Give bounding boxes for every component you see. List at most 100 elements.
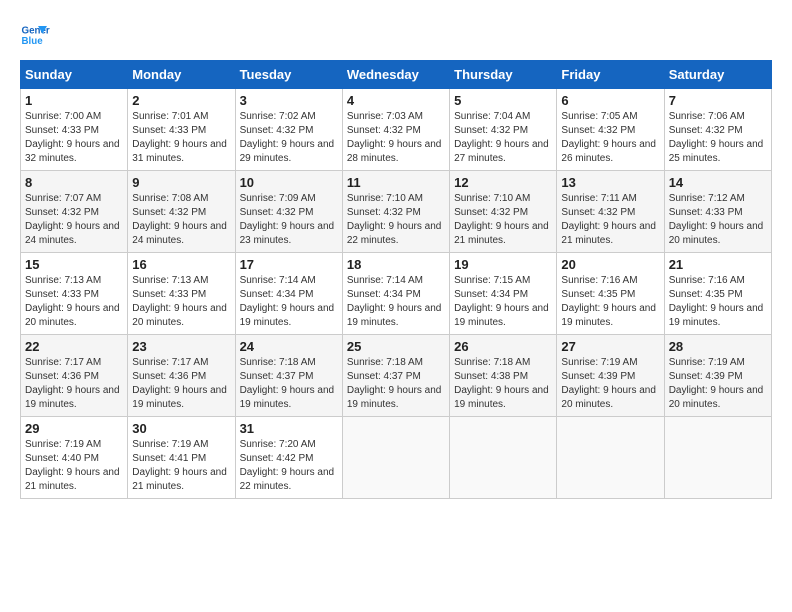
day-info: Sunrise: 7:14 AMSunset: 4:34 PMDaylight:… [240,274,338,330]
day-info: Sunrise: 7:16 AMSunset: 4:35 PMDaylight:… [669,274,767,330]
calendar-week-3: 15 Sunrise: 7:13 AMSunset: 4:33 PMDayligh… [21,253,772,335]
day-info: Sunrise: 7:19 AMSunset: 4:39 PMDaylight:… [561,356,659,412]
day-number: 23 [132,339,230,354]
calendar-cell: 29 Sunrise: 7:19 AMSunset: 4:40 PMDayligh… [21,417,128,499]
calendar-week-1: 1Sunrise: 7:00 AMSunset: 4:33 PMDaylight… [21,89,772,171]
day-number: 31 [240,421,338,436]
day-number: 17 [240,257,338,272]
calendar-cell [557,417,664,499]
calendar-cell: 16 Sunrise: 7:13 AMSunset: 4:33 PMDayligh… [128,253,235,335]
day-info: Sunrise: 7:12 AMSunset: 4:33 PMDaylight:… [669,192,767,248]
weekday-friday: Friday [557,61,664,89]
calendar-cell: 11 Sunrise: 7:10 AMSunset: 4:32 PMDayligh… [342,171,449,253]
day-info: Sunrise: 7:02 AMSunset: 4:32 PMDaylight:… [240,110,338,166]
logo: General Blue [20,20,50,50]
calendar-cell: 28 Sunrise: 7:19 AMSunset: 4:39 PMDayligh… [664,335,771,417]
day-info: Sunrise: 7:10 AMSunset: 4:32 PMDaylight:… [454,192,552,248]
calendar-cell: 3 Sunrise: 7:02 AMSunset: 4:32 PMDaylight… [235,89,342,171]
calendar-table: SundayMondayTuesdayWednesdayThursdayFrid… [20,60,772,499]
weekday-thursday: Thursday [450,61,557,89]
day-number: 12 [454,175,552,190]
day-info: Sunrise: 7:18 AMSunset: 4:37 PMDaylight:… [240,356,338,412]
day-number: 21 [669,257,767,272]
calendar-week-5: 29 Sunrise: 7:19 AMSunset: 4:40 PMDayligh… [21,417,772,499]
weekday-wednesday: Wednesday [342,61,449,89]
day-info: Sunrise: 7:10 AMSunset: 4:32 PMDaylight:… [347,192,445,248]
day-number: 30 [132,421,230,436]
day-info: Sunrise: 7:00 AMSunset: 4:33 PMDaylight:… [25,110,123,166]
calendar-cell: 1Sunrise: 7:00 AMSunset: 4:33 PMDaylight… [21,89,128,171]
logo-icon: General Blue [20,20,50,50]
day-number: 13 [561,175,659,190]
day-number: 6 [561,93,659,108]
day-number: 9 [132,175,230,190]
day-info: Sunrise: 7:03 AMSunset: 4:32 PMDaylight:… [347,110,445,166]
calendar-cell: 26 Sunrise: 7:18 AMSunset: 4:38 PMDayligh… [450,335,557,417]
calendar-cell: 8 Sunrise: 7:07 AMSunset: 4:32 PMDaylight… [21,171,128,253]
weekday-sunday: Sunday [21,61,128,89]
calendar-week-2: 8 Sunrise: 7:07 AMSunset: 4:32 PMDaylight… [21,171,772,253]
day-info: Sunrise: 7:18 AMSunset: 4:37 PMDaylight:… [347,356,445,412]
calendar-body: 1Sunrise: 7:00 AMSunset: 4:33 PMDaylight… [21,89,772,499]
day-info: Sunrise: 7:19 AMSunset: 4:40 PMDaylight:… [25,438,123,494]
day-number: 26 [454,339,552,354]
day-number: 28 [669,339,767,354]
day-number: 18 [347,257,445,272]
day-info: Sunrise: 7:05 AMSunset: 4:32 PMDaylight:… [561,110,659,166]
day-number: 16 [132,257,230,272]
day-number: 19 [454,257,552,272]
calendar-cell [342,417,449,499]
calendar-cell: 19 Sunrise: 7:15 AMSunset: 4:34 PMDayligh… [450,253,557,335]
calendar-cell: 25 Sunrise: 7:18 AMSunset: 4:37 PMDayligh… [342,335,449,417]
calendar-cell: 5 Sunrise: 7:04 AMSunset: 4:32 PMDaylight… [450,89,557,171]
day-info: Sunrise: 7:07 AMSunset: 4:32 PMDaylight:… [25,192,123,248]
day-number: 29 [25,421,123,436]
day-number: 14 [669,175,767,190]
calendar-cell: 30 Sunrise: 7:19 AMSunset: 4:41 PMDayligh… [128,417,235,499]
day-number: 15 [25,257,123,272]
day-number: 5 [454,93,552,108]
day-info: Sunrise: 7:04 AMSunset: 4:32 PMDaylight:… [454,110,552,166]
day-info: Sunrise: 7:09 AMSunset: 4:32 PMDaylight:… [240,192,338,248]
calendar-cell [450,417,557,499]
weekday-monday: Monday [128,61,235,89]
day-info: Sunrise: 7:19 AMSunset: 4:39 PMDaylight:… [669,356,767,412]
day-number: 3 [240,93,338,108]
day-info: Sunrise: 7:15 AMSunset: 4:34 PMDaylight:… [454,274,552,330]
day-number: 10 [240,175,338,190]
day-info: Sunrise: 7:13 AMSunset: 4:33 PMDaylight:… [132,274,230,330]
weekday-saturday: Saturday [664,61,771,89]
calendar-cell: 13 Sunrise: 7:11 AMSunset: 4:32 PMDayligh… [557,171,664,253]
day-number: 7 [669,93,767,108]
weekday-tuesday: Tuesday [235,61,342,89]
calendar-cell: 2 Sunrise: 7:01 AMSunset: 4:33 PMDaylight… [128,89,235,171]
svg-text:Blue: Blue [22,36,44,47]
day-info: Sunrise: 7:14 AMSunset: 4:34 PMDaylight:… [347,274,445,330]
calendar-cell: 17 Sunrise: 7:14 AMSunset: 4:34 PMDayligh… [235,253,342,335]
day-info: Sunrise: 7:17 AMSunset: 4:36 PMDaylight:… [25,356,123,412]
day-number: 8 [25,175,123,190]
calendar-cell: 4Sunrise: 7:03 AMSunset: 4:32 PMDaylight… [342,89,449,171]
page-header: General Blue [20,20,772,50]
day-info: Sunrise: 7:13 AMSunset: 4:33 PMDaylight:… [25,274,123,330]
calendar-cell: 21 Sunrise: 7:16 AMSunset: 4:35 PMDayligh… [664,253,771,335]
day-info: Sunrise: 7:08 AMSunset: 4:32 PMDaylight:… [132,192,230,248]
calendar-cell: 27Sunrise: 7:19 AMSunset: 4:39 PMDayligh… [557,335,664,417]
day-number: 20 [561,257,659,272]
calendar-cell: 10 Sunrise: 7:09 AMSunset: 4:32 PMDayligh… [235,171,342,253]
day-number: 22 [25,339,123,354]
calendar-cell: 15 Sunrise: 7:13 AMSunset: 4:33 PMDayligh… [21,253,128,335]
day-number: 11 [347,175,445,190]
calendar-cell: 31Sunrise: 7:20 AMSunset: 4:42 PMDayligh… [235,417,342,499]
day-info: Sunrise: 7:11 AMSunset: 4:32 PMDaylight:… [561,192,659,248]
day-info: Sunrise: 7:19 AMSunset: 4:41 PMDaylight:… [132,438,230,494]
day-number: 2 [132,93,230,108]
calendar-cell: 7Sunrise: 7:06 AMSunset: 4:32 PMDaylight… [664,89,771,171]
calendar-cell: 18 Sunrise: 7:14 AMSunset: 4:34 PMDayligh… [342,253,449,335]
day-info: Sunrise: 7:18 AMSunset: 4:38 PMDaylight:… [454,356,552,412]
weekday-header-row: SundayMondayTuesdayWednesdayThursdayFrid… [21,61,772,89]
calendar-cell: 14 Sunrise: 7:12 AMSunset: 4:33 PMDayligh… [664,171,771,253]
day-info: Sunrise: 7:01 AMSunset: 4:33 PMDaylight:… [132,110,230,166]
day-info: Sunrise: 7:16 AMSunset: 4:35 PMDaylight:… [561,274,659,330]
day-number: 25 [347,339,445,354]
